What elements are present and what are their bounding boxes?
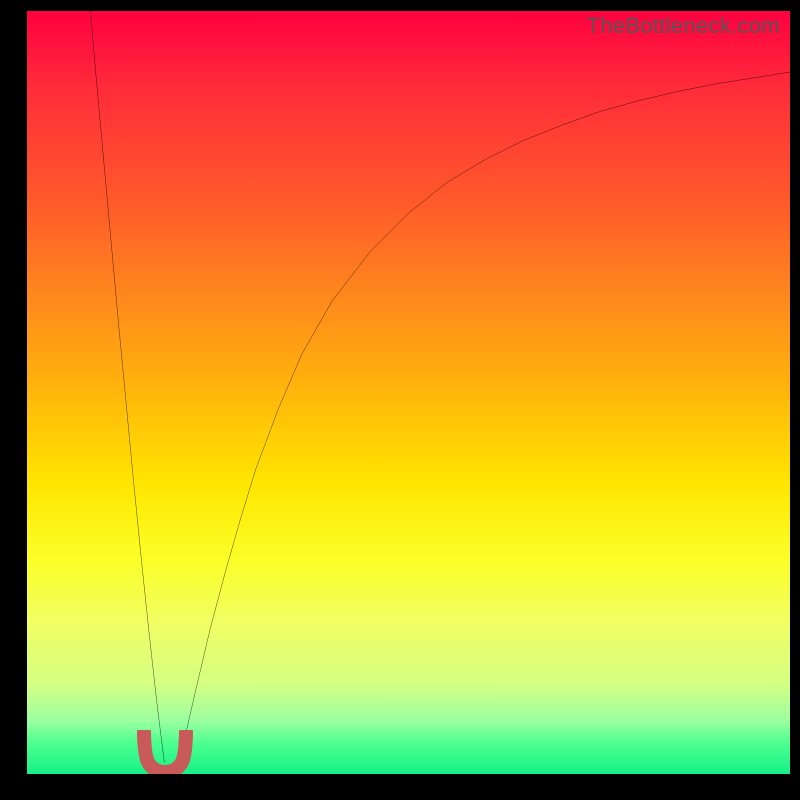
bottleneck-curve (27, 11, 790, 774)
valley-marker (134, 730, 196, 774)
curve-right-branch (180, 72, 790, 760)
valley-marker-icon (134, 730, 196, 774)
curve-left-branch (90, 11, 164, 763)
plot-area: TheBottleneck.com (27, 11, 790, 774)
chart-frame: TheBottleneck.com (0, 0, 800, 800)
